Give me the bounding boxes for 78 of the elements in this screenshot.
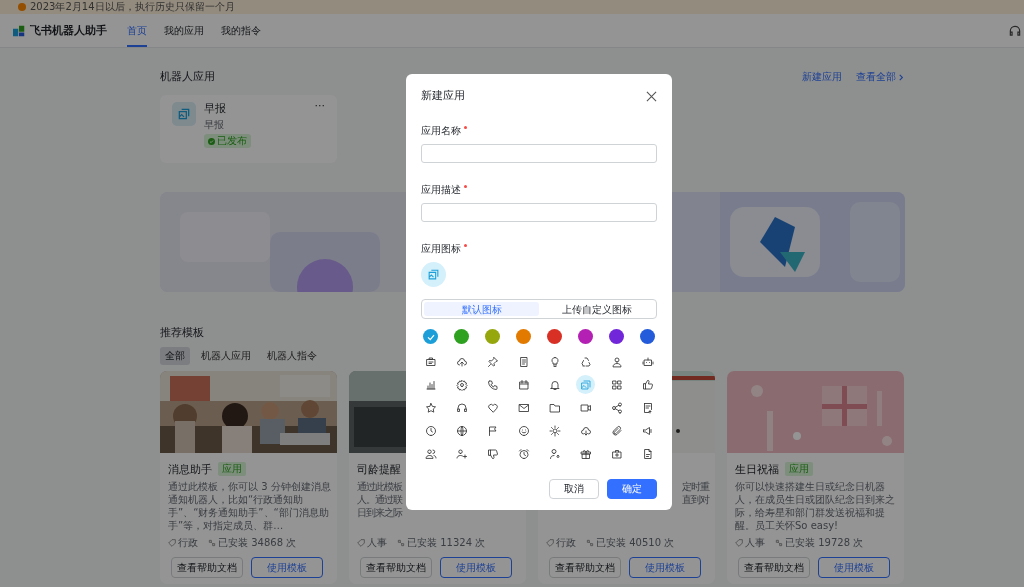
card-button[interactable]: 使用模板 — [440, 557, 512, 578]
tag-icon — [357, 539, 365, 547]
install-count: 已安装 19728 次 — [785, 536, 864, 550]
close-icon[interactable] — [646, 90, 657, 102]
app-description: 早报 — [204, 118, 225, 132]
link-icon — [397, 539, 405, 547]
card-button[interactable]: 查看帮助文档 — [360, 557, 432, 578]
tag-icon — [168, 539, 176, 547]
category-badge: 应用 — [218, 462, 246, 476]
filter-tab[interactable]: 全部 — [160, 347, 190, 365]
app-name: 飞书机器人助手 — [30, 23, 107, 38]
description-line: 人。通过联 — [357, 493, 404, 506]
tag-label: 人事 — [745, 536, 765, 550]
install-count: 已安装 40510 次 — [596, 536, 675, 550]
description-line: 通过此模板 — [357, 480, 404, 493]
card-button[interactable]: 查看帮助文档 — [171, 557, 243, 578]
card-description: 你可以快速搭建生日或纪念日机器人，在成员生日或团队纪念日到来之际，给寿星和部门群发送祝福和提醒。员工关怀So easy! — [735, 480, 896, 532]
segment-tab[interactable]: 默认图标 — [424, 302, 539, 316]
field-label: 应用图标 — [421, 242, 657, 256]
section-title: 推荐模板 — [160, 326, 204, 340]
card-button[interactable]: 使用模板 — [629, 557, 701, 578]
card-button[interactable]: 使用模板 — [251, 557, 323, 578]
chevron-icon — [898, 73, 905, 81]
input-field[interactable] — [421, 203, 657, 222]
link-icon — [208, 539, 216, 547]
nav-tab[interactable]: 我的应用 — [164, 14, 204, 47]
headset-icon[interactable] — [1008, 23, 1022, 38]
segment-tab[interactable]: 上传自定义图标 — [539, 302, 654, 316]
card-description: 通过此模板，你可以 3 分钟创建消息通知机器人，比如“行政通知助手”、“财务通知助手”、“部门消息助手”等，对指定成员、群… — [168, 480, 331, 532]
status-tag: 已发布 — [204, 134, 251, 148]
link-icon — [586, 539, 594, 547]
nav-tab[interactable]: 我的指令 — [221, 14, 261, 47]
tag-icon — [735, 539, 743, 547]
color-swatch[interactable] — [423, 329, 438, 344]
color-swatch[interactable] — [609, 329, 624, 344]
field-label: 应用名称 — [421, 124, 657, 138]
check-icon — [208, 137, 215, 145]
color-swatch[interactable] — [454, 329, 469, 344]
tag-label: 人事 — [367, 536, 387, 550]
app-card[interactable]: 早报 早报 已发布 ··· — [160, 95, 337, 163]
field-label: 应用描述 — [421, 183, 657, 197]
nav-tab[interactable]: 首页 — [127, 14, 147, 47]
description-line: 日到来之际 — [357, 506, 404, 519]
cancel-button[interactable]: 取消 — [549, 479, 599, 499]
header-link[interactable]: 查看全部 — [856, 70, 905, 84]
logo-icon — [13, 24, 25, 37]
install-count: 已安装 11324 次 — [407, 536, 486, 550]
filter-tab[interactable]: 机器人指令 — [262, 347, 322, 365]
card-button[interactable]: 查看帮助文档 — [738, 557, 810, 578]
card-title: 消息助手 — [168, 461, 212, 477]
category-badge: 应用 — [785, 462, 813, 476]
card-button[interactable]: 查看帮助文档 — [549, 557, 621, 578]
card-title: 生日祝福 — [735, 461, 779, 477]
app-title: 早报 — [204, 102, 227, 116]
dialog-title: 新建应用 — [421, 89, 465, 103]
color-swatch[interactable] — [516, 329, 531, 344]
header-link[interactable]: 新建应用 — [802, 70, 842, 84]
filter-tab[interactable]: 机器人应用 — [196, 347, 256, 365]
color-swatch[interactable] — [640, 329, 655, 344]
description-line: 直到对 — [682, 493, 709, 506]
section-title: 机器人应用 — [160, 70, 215, 84]
description-line: 定时重 — [682, 480, 709, 493]
tag-label: 行政 — [556, 536, 576, 550]
install-count: 已安装 34868 次 — [218, 536, 297, 550]
link-icon — [775, 539, 783, 547]
input-field[interactable] — [421, 144, 657, 163]
color-swatch[interactable] — [485, 329, 500, 344]
image-icon — [421, 262, 446, 287]
color-swatch[interactable] — [578, 329, 593, 344]
confirm-button[interactable]: 确定 — [607, 479, 657, 499]
card-title: 司龄提醒 — [357, 461, 401, 477]
more-button[interactable]: ··· — [314, 99, 325, 112]
color-swatch[interactable] — [547, 329, 562, 344]
warning-icon — [18, 3, 26, 11]
tag-label: 行政 — [178, 536, 198, 550]
image-icon — [172, 102, 196, 126]
tag-icon — [546, 539, 554, 547]
card-button[interactable]: 使用模板 — [818, 557, 890, 578]
